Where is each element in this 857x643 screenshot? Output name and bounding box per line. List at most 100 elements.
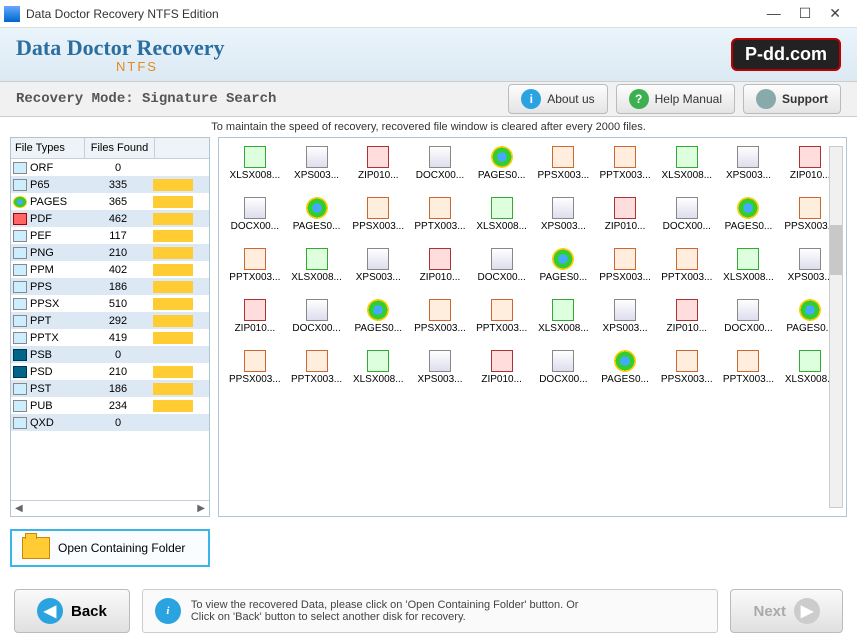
file-item[interactable]: ZIP010... <box>659 299 715 334</box>
support-icon <box>756 89 776 109</box>
file-item[interactable]: ZIP010... <box>474 350 530 385</box>
file-name: XPS003... <box>721 170 777 181</box>
file-grid[interactable]: XLSX008...XPS003...ZIP010...DOCX00...PAG… <box>227 146 838 401</box>
file-item[interactable]: PAGES0... <box>536 248 592 283</box>
file-type-name: PST <box>29 383 87 395</box>
file-item[interactable]: XLSX008... <box>536 299 592 334</box>
file-row: XLSX008...XPS003...ZIP010...DOCX00...PAG… <box>227 146 838 181</box>
file-item[interactable]: PPSX003... <box>536 146 592 181</box>
file-name: PPSX003... <box>536 170 592 181</box>
file-item[interactable]: ZIP010... <box>227 299 283 334</box>
file-name: ZIP010... <box>350 170 406 181</box>
file-type-row-orf[interactable]: ORF0 <box>11 159 209 176</box>
file-icon <box>676 248 698 270</box>
file-type-row-pub[interactable]: PUB234 <box>11 397 209 414</box>
file-item[interactable]: PPTX003... <box>659 248 715 283</box>
file-item[interactable]: DOCX00... <box>412 146 468 181</box>
file-item[interactable]: XLSX008... <box>227 146 283 181</box>
file-type-row-ppt[interactable]: PPT292 <box>11 312 209 329</box>
file-type-row-pptx[interactable]: PPTX419 <box>11 329 209 346</box>
next-label: Next <box>753 603 786 620</box>
maximize-button[interactable]: ☐ <box>799 5 812 22</box>
file-item[interactable]: XPS003... <box>536 197 592 232</box>
file-type-row-p65[interactable]: P65335 <box>11 176 209 193</box>
file-icon <box>244 146 266 168</box>
file-name: ZIP010... <box>227 323 283 334</box>
file-item[interactable]: XLSX008... <box>721 248 777 283</box>
file-item[interactable]: DOCX00... <box>227 197 283 232</box>
file-item[interactable]: PPTX003... <box>721 350 777 385</box>
file-item[interactable]: XPS003... <box>350 248 406 283</box>
count-bar <box>153 400 193 412</box>
file-type-row-pdf[interactable]: PDF462 <box>11 210 209 227</box>
file-icon <box>429 197 451 219</box>
file-item[interactable]: PPSX003... <box>659 350 715 385</box>
file-item[interactable]: PPTX003... <box>412 197 468 232</box>
file-type-row-png[interactable]: PNG210 <box>11 244 209 261</box>
support-button[interactable]: Support <box>743 84 841 114</box>
file-type-row-ppsx[interactable]: PPSX510 <box>11 295 209 312</box>
file-item[interactable]: PAGES0... <box>289 197 345 232</box>
file-item[interactable]: DOCX00... <box>659 197 715 232</box>
minimize-button[interactable]: — <box>767 5 781 22</box>
file-type-name: ORF <box>29 162 87 174</box>
file-type-name: PNG <box>29 247 87 259</box>
file-icon <box>737 146 759 168</box>
vertical-scrollbar[interactable] <box>829 146 843 508</box>
col-files-found[interactable]: Files Found <box>85 138 155 158</box>
file-item[interactable]: PAGES0... <box>474 146 530 181</box>
file-item[interactable]: PAGES0... <box>721 197 777 232</box>
next-button[interactable]: Next ▶ <box>730 589 843 633</box>
file-name: PPTX003... <box>721 374 777 385</box>
file-type-row-psd[interactable]: PSD210 <box>11 363 209 380</box>
file-item[interactable]: XPS003... <box>289 146 345 181</box>
help-manual-button[interactable]: ? Help Manual <box>616 84 735 114</box>
file-name: XLSX008... <box>721 272 777 283</box>
file-item[interactable]: DOCX00... <box>536 350 592 385</box>
file-item[interactable]: XLSX008... <box>350 350 406 385</box>
file-item[interactable]: XLSX008... <box>289 248 345 283</box>
file-item[interactable]: PPSX003... <box>227 350 283 385</box>
file-type-row-pages[interactable]: PAGES365 <box>11 193 209 210</box>
file-type-row-qxd[interactable]: QXD0 <box>11 414 209 431</box>
file-item[interactable]: PPTX003... <box>597 146 653 181</box>
file-icon <box>676 350 698 372</box>
file-types-list[interactable]: ORF0P65335PAGES365PDF462PEF117PNG210PPM4… <box>11 159 209 500</box>
file-type-icon <box>13 349 27 361</box>
horizontal-scrollbar[interactable]: ◀▶ <box>11 500 209 516</box>
close-button[interactable]: ✕ <box>829 5 841 22</box>
file-item[interactable]: ZIP010... <box>597 197 653 232</box>
col-file-types[interactable]: File Types <box>11 138 85 158</box>
file-icon <box>367 248 389 270</box>
file-item[interactable]: XLSX008... <box>659 146 715 181</box>
file-item[interactable]: PAGES0... <box>350 299 406 334</box>
file-item[interactable]: XPS003... <box>721 146 777 181</box>
file-item[interactable]: ZIP010... <box>412 248 468 283</box>
file-item[interactable]: PPSX003... <box>412 299 468 334</box>
file-type-row-pef[interactable]: PEF117 <box>11 227 209 244</box>
file-item[interactable]: DOCX00... <box>289 299 345 334</box>
file-item[interactable]: XLSX008... <box>474 197 530 232</box>
file-type-row-pst[interactable]: PST186 <box>11 380 209 397</box>
file-item[interactable]: XPS003... <box>597 299 653 334</box>
file-item[interactable]: DOCX00... <box>721 299 777 334</box>
file-type-row-ppm[interactable]: PPM402 <box>11 261 209 278</box>
open-containing-folder-button[interactable]: Open Containing Folder <box>10 529 210 567</box>
file-item[interactable]: PPSX003... <box>350 197 406 232</box>
file-item[interactable]: DOCX00... <box>474 248 530 283</box>
file-item[interactable]: PPTX003... <box>474 299 530 334</box>
scrollbar-thumb[interactable] <box>830 225 842 275</box>
file-item[interactable]: PAGES0... <box>597 350 653 385</box>
count-bar <box>153 179 193 191</box>
file-count: 117 <box>87 230 149 242</box>
back-button[interactable]: ◀ Back <box>14 589 130 633</box>
file-type-row-pps[interactable]: PPS186 <box>11 278 209 295</box>
file-item[interactable]: XPS003... <box>412 350 468 385</box>
file-item[interactable]: PPTX003... <box>289 350 345 385</box>
about-us-button[interactable]: i About us <box>508 84 607 114</box>
file-item[interactable]: PPSX003... <box>597 248 653 283</box>
file-item[interactable]: ZIP010... <box>350 146 406 181</box>
file-type-row-psb[interactable]: PSB0 <box>11 346 209 363</box>
file-item[interactable]: PPTX003... <box>227 248 283 283</box>
recovered-files-panel: XLSX008...XPS003...ZIP010...DOCX00...PAG… <box>218 137 847 517</box>
